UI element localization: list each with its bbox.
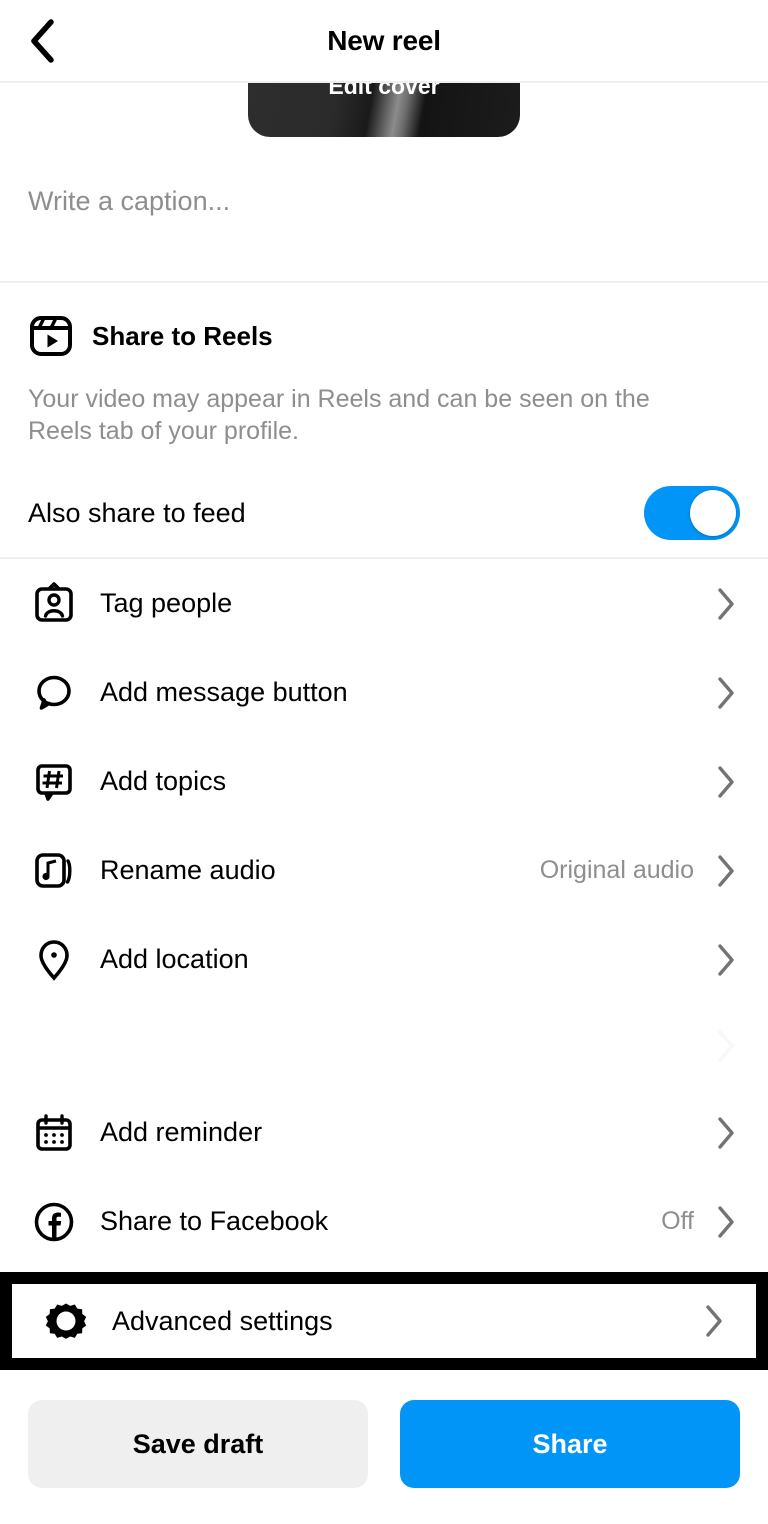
share-to-reels-heading: Share to Reels	[28, 313, 740, 359]
chevron-right-icon	[712, 587, 740, 621]
menu-item-add-reminder[interactable]: Add reminder	[0, 1088, 768, 1177]
chevron-right-icon	[712, 854, 740, 888]
chevron-left-icon	[31, 18, 54, 63]
gear-icon	[40, 1299, 92, 1343]
share-button[interactable]: Share	[400, 1400, 740, 1488]
menu-item-tag-people[interactable]: Tag people	[0, 559, 768, 648]
share-to-reels-title: Share to Reels	[92, 320, 273, 351]
share-to-reels-description: Your video may appear in Reels and can b…	[28, 385, 650, 445]
menu-item-label: Share to Facebook	[100, 1206, 329, 1236]
music-note-icon	[28, 849, 80, 893]
menu-item-advanced-settings[interactable]: Advanced settings	[12, 1284, 756, 1358]
placeholder-chevron-icon	[712, 1029, 740, 1063]
cover-thumbnail[interactable]: Edit cover	[248, 83, 520, 137]
menu-item-label: Add topics	[100, 766, 227, 796]
menu-item-rename-audio[interactable]: Rename audio Original audio	[0, 826, 768, 915]
edit-cover-label: Edit cover	[328, 83, 440, 99]
new-reel-screen: New reel Edit cover Share to Reels Your …	[0, 0, 768, 1524]
facebook-icon	[28, 1200, 80, 1244]
chevron-right-icon	[712, 676, 740, 710]
chevron-right-icon	[712, 1205, 740, 1239]
menu-item-label: Rename audio	[100, 855, 276, 885]
chevron-right-icon	[712, 765, 740, 799]
save-draft-button[interactable]: Save draft	[28, 1400, 368, 1488]
menu-item-add-topics[interactable]: Add topics	[0, 737, 768, 826]
also-share-to-feed-row[interactable]: Also share to feed	[0, 469, 768, 559]
caption-input[interactable]	[28, 186, 740, 217]
also-share-to-feed-toggle[interactable]	[644, 486, 740, 540]
advanced-settings-highlight-box: Advanced settings	[0, 1272, 768, 1370]
share-to-reels-section: Share to Reels Your video may appear in …	[0, 283, 768, 447]
options-list: Tag people Add message button Add topics…	[0, 559, 768, 1266]
tag-people-icon	[28, 581, 80, 626]
reels-icon	[30, 316, 72, 356]
menu-item-label: Add message button	[100, 677, 348, 707]
menu-item-share-to-facebook[interactable]: Share to Facebook Off	[0, 1177, 768, 1266]
calendar-icon	[28, 1111, 80, 1155]
also-share-to-feed-label: Also share to feed	[28, 497, 246, 528]
menu-item-add-message-button[interactable]: Add message button	[0, 648, 768, 737]
partially-rendered-row	[0, 1004, 768, 1088]
cover-thumbnail-area: Edit cover	[0, 83, 768, 140]
menu-item-label: Add reminder	[100, 1117, 263, 1147]
menu-item-label: Tag people	[100, 588, 233, 618]
menu-item-add-location[interactable]: Add location	[0, 915, 768, 1004]
message-bubble-icon	[28, 671, 80, 715]
menu-item-label: Advanced settings	[112, 1305, 333, 1336]
location-pin-icon	[28, 938, 80, 982]
menu-item-value: Original audio	[539, 856, 694, 884]
app-header: New reel	[0, 0, 768, 83]
back-button[interactable]	[14, 13, 70, 69]
chevron-right-icon	[712, 1116, 740, 1150]
page-title: New reel	[327, 24, 441, 56]
menu-item-value: Off	[661, 1207, 694, 1235]
caption-section	[0, 140, 768, 283]
chevron-right-icon	[712, 943, 740, 977]
menu-item-label: Add location	[100, 944, 249, 974]
bottom-action-bar: Save draft Share	[0, 1376, 768, 1524]
chevron-right-icon	[700, 1304, 728, 1338]
hashtag-icon	[28, 760, 80, 804]
toggle-knob	[690, 490, 736, 536]
